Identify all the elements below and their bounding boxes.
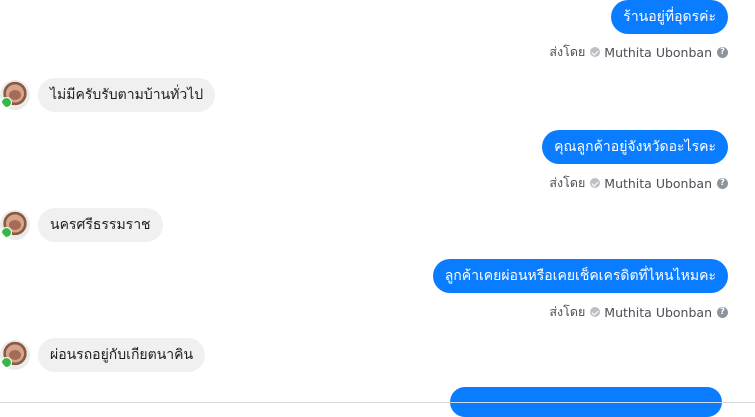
outgoing-message[interactable]: คุณลูกค้าอยู่จังหวัดอะไรคะ	[542, 130, 728, 164]
help-icon[interactable]: ?	[717, 46, 728, 58]
active-status-badge	[1, 227, 12, 238]
divider	[0, 402, 755, 403]
outgoing-message[interactable]: ลูกค้าเคยผ่อนหรือเคยเช็คเครดิตที่ไหนไหมค…	[432, 259, 728, 293]
outgoing-message-bubble[interactable]: ร้านอยู่ที่อุดรค่ะ	[611, 0, 728, 34]
user-avatar[interactable]	[0, 210, 30, 240]
incoming-message: ผ่อนรถอยู่กับเกียตนาคิน	[0, 338, 206, 372]
message-thread: ร้านอยู่ที่อุดรค่ะ ส่งโดย Muthita Ubonba…	[0, 0, 755, 417]
sent-by-label: ส่งโดย	[549, 44, 586, 59]
outgoing-message-bubble[interactable]: ลูกค้าเคยผ่อนหรือเคยเช็คเครดิตที่ไหนไหมค…	[432, 259, 728, 293]
help-icon[interactable]: ?	[717, 306, 728, 318]
help-icon[interactable]: ?	[717, 177, 728, 189]
sent-by-label: ส่งโดย	[549, 304, 586, 319]
check-circle-icon	[590, 178, 601, 188]
user-avatar[interactable]	[0, 80, 30, 110]
check-circle-icon	[590, 307, 601, 317]
outgoing-message-bubble[interactable]: คุณลูกค้าอยู่จังหวัดอะไรคะ	[542, 130, 728, 164]
sent-by-info: ส่งโดย Muthita Ubonban ?	[549, 42, 728, 62]
sent-by-label: ส่งโดย	[549, 175, 586, 190]
sent-by-info: ส่งโดย Muthita Ubonban ?	[549, 302, 728, 322]
sender-name: Muthita Ubonban	[604, 44, 712, 60]
user-avatar[interactable]	[0, 340, 30, 370]
incoming-message-bubble[interactable]: ผ่อนรถอยู่กับเกียตนาคิน	[38, 338, 206, 372]
incoming-message-bubble[interactable]: ไม่มีครับรับตามบ้านทั่วไป	[38, 78, 216, 112]
active-status-badge	[1, 357, 12, 368]
active-status-badge	[1, 97, 12, 108]
incoming-message-bubble[interactable]: นครศรีธรรมราช	[38, 208, 163, 242]
outgoing-message[interactable]: ร้านอยู่ที่อุดรค่ะ	[611, 0, 728, 34]
sent-by-info: ส่งโดย Muthita Ubonban ?	[549, 173, 728, 193]
sender-name: Muthita Ubonban	[604, 304, 712, 320]
incoming-message: นครศรีธรรมราช	[0, 208, 163, 242]
sender-name: Muthita Ubonban	[604, 175, 712, 191]
check-circle-icon	[590, 47, 601, 57]
incoming-message: ไม่มีครับรับตามบ้านทั่วไป	[0, 78, 216, 112]
